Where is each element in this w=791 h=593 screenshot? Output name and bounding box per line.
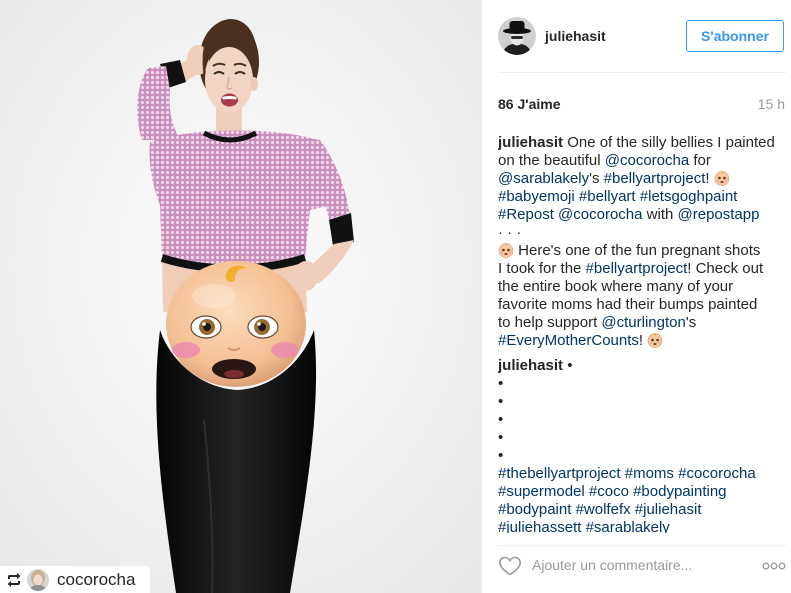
repost-username[interactable]: cocorocha (57, 566, 135, 593)
hashtag-link[interactable]: #bodypainting (633, 483, 726, 500)
caption-line: to help support @cturlington's (498, 314, 788, 332)
hashtag-link[interactable]: #bodypaint (498, 501, 571, 518)
hashtag-link[interactable]: #thebellyartproject (498, 465, 621, 482)
hashtag-link[interactable]: #letsgoghpaint (640, 188, 738, 205)
caption-line: on the beautiful @cocorocha for (498, 152, 788, 170)
text-span: 's (685, 314, 697, 331)
likes-number: 86 (498, 96, 514, 112)
username-link[interactable]: juliehasit (498, 357, 563, 374)
comments-list[interactable]: juliehasit One of the silly bellies I pa… (498, 134, 788, 533)
hashtag-link[interactable]: #Repost (498, 206, 554, 223)
repost-user-avatar (27, 569, 49, 591)
text-span: • (498, 393, 504, 410)
caption-line: juliehasit One of the silly bellies I pa… (498, 134, 788, 152)
caption-line: the entire book where many of your (498, 278, 788, 296)
caption-line: favorite moms had their bumps painted (498, 296, 788, 314)
hashtag-link[interactable]: #supermodel (498, 483, 585, 500)
hashtag-link[interactable]: #bellyart (579, 188, 636, 205)
belly-baby-face-painting (166, 261, 306, 387)
comment-line: #bodypaint #wolfefx #juliehasit (498, 501, 788, 519)
text-span: • (498, 429, 504, 446)
comment-line: #supermodel #coco #bodypainting (498, 483, 788, 501)
text-span: • (563, 357, 573, 374)
more-options-icon[interactable] (762, 559, 786, 571)
heart-outline-icon[interactable] (498, 554, 522, 576)
mention-link[interactable]: @repostapp (678, 206, 760, 223)
caption-line: #babyemoji #bellyart #letsgoghpaint (498, 188, 788, 206)
header-username[interactable]: juliehasit (545, 27, 606, 45)
footer-divider (498, 545, 786, 546)
comment: juliehasit • • • • • • #thebellyartproject #mo… (498, 357, 788, 533)
hashtag-link[interactable]: #bellyartproject (586, 260, 688, 277)
repost-badge[interactable]: cocorocha (0, 566, 150, 593)
comment-line: • (498, 393, 788, 411)
text-span: 's (589, 170, 604, 187)
text-span: One of the silly bellies I painted (563, 134, 775, 151)
caption-line: I took for the #bellyartproject! Check o… (498, 260, 788, 278)
hashtag-link[interactable]: #cocorocha (678, 465, 756, 482)
comment-line: • (498, 411, 788, 429)
text-span: · · · (498, 224, 522, 241)
hashtag-link[interactable]: #EveryMotherCounts (498, 332, 639, 349)
caption-line: Here's one of the fun pregnant shots (498, 242, 788, 260)
baby-emoji-icon (714, 170, 730, 186)
text-span: with (642, 206, 678, 223)
baby-emoji-icon (647, 332, 663, 348)
hashtag-link[interactable]: #wolfefx (576, 501, 631, 518)
hashtag-link[interactable]: #babyemoji (498, 188, 575, 205)
text-span: favorite moms had their bumps painted (498, 296, 758, 313)
caption-line: @sarablakely's #bellyartproject! (498, 170, 788, 188)
follow-button[interactable]: S'abonner (686, 20, 784, 52)
text-span: • (498, 447, 504, 464)
text-span: ! Check out (687, 260, 764, 277)
text-span: for (689, 152, 711, 169)
text-span: ! (705, 170, 714, 187)
text-span: the entire book where many of your (498, 278, 734, 295)
mention-link[interactable]: @cocorocha (605, 152, 689, 169)
text-span: on the beautiful (498, 152, 605, 169)
hashtag-link[interactable]: #coco (589, 483, 629, 500)
post-photo-illustration (0, 0, 481, 593)
post-photo[interactable]: cocorocha (0, 0, 481, 593)
hashtag-link[interactable]: #juliehasit (635, 501, 702, 518)
hashtag-link[interactable]: #juliehassett (498, 519, 581, 533)
hashtag-link[interactable]: #moms (625, 465, 674, 482)
username-link[interactable]: juliehasit (498, 134, 563, 151)
user-avatar[interactable] (498, 17, 536, 55)
text-span: to help support (498, 314, 602, 331)
baby-emoji-icon (498, 242, 514, 258)
text-span: • (498, 411, 504, 428)
post-timestamp[interactable]: 15 h (758, 95, 785, 113)
hashtag-link[interactable]: #sarablakely (586, 519, 670, 533)
comment-line: #thebellyartproject #moms #cocorocha (498, 465, 788, 483)
text-span: • (498, 375, 504, 392)
comment-line: • (498, 447, 788, 465)
hashtag-link[interactable]: #bellyartproject (604, 170, 706, 187)
comment-line: #juliehassett #sarablakely (498, 519, 788, 533)
comment-line: • (498, 429, 788, 447)
likes-label: J'aime (517, 96, 561, 112)
caption-line: #EveryMotherCounts! (498, 332, 788, 350)
text-span: Here's one of the fun pregnant shots (514, 242, 761, 259)
header-divider (498, 72, 786, 73)
caption-line: · · · (498, 224, 788, 242)
text-span: I took for the (498, 260, 586, 277)
mention-link[interactable]: @cturlington (601, 314, 685, 331)
post-caption: juliehasit One of the silly bellies I pa… (498, 134, 788, 350)
mention-link[interactable]: @sarablakely (498, 170, 589, 187)
comment-input[interactable] (532, 552, 737, 578)
text-span: ! (638, 332, 648, 349)
comment-line: • (498, 375, 788, 393)
caption-line: #Repost @cocorocha with @repostapp (498, 206, 788, 224)
mention-link[interactable]: @cocorocha (558, 206, 642, 223)
likes-count[interactable]: 86 J'aime (498, 95, 561, 113)
repost-icon (7, 573, 21, 587)
post-details-panel: juliehasit S'abonner 86 J'aime 15 h juli… (481, 0, 791, 593)
comment-line: juliehasit • (498, 357, 788, 375)
